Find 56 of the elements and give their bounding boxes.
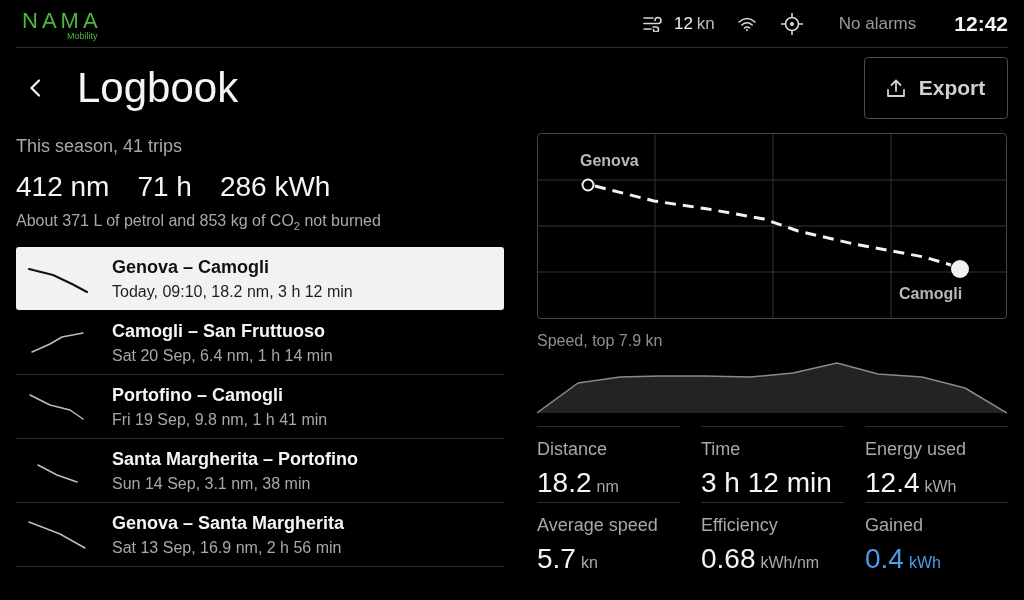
- wifi-icon: [737, 16, 756, 31]
- metric-unit: nm: [596, 478, 619, 496]
- route-line-icon: [28, 519, 88, 550]
- trip-row[interactable]: Santa Margherita – Portofino Sun 14 Sep, 3.1 nm, 38 min: [16, 439, 504, 503]
- trip-details: Sat 20 Sep, 6.4 nm, 1 h 14 min: [112, 345, 333, 366]
- metric-label: Efficiency: [701, 514, 778, 536]
- wind-speed-value: 12: [673, 13, 693, 34]
- page-title: Logbook: [77, 63, 239, 113]
- map-place-label: Genova: [580, 151, 639, 171]
- season-total: 71 h: [137, 171, 192, 203]
- trip-row[interactable]: Camogli – San Fruttuoso Sat 20 Sep, 6.4 nm, 1 h 14 min: [16, 311, 504, 375]
- wind-speed-unit: kn: [696, 13, 715, 34]
- trip-route: Genova – Camogli: [112, 255, 270, 278]
- metric-label: Gained: [865, 514, 924, 536]
- metric-unit: kWh/nm: [760, 554, 820, 572]
- metric-label: Average speed: [537, 514, 658, 536]
- season-caption: This season, 41 trips: [16, 135, 183, 157]
- clock: 12:42: [954, 11, 1008, 36]
- trip-row[interactable]: Genova – Santa Margherita Sat 13 Sep, 16.9 nm, 2 h 56 min: [16, 503, 504, 567]
- season-total: 412 nm: [16, 171, 110, 203]
- metric-value: 0.68: [701, 543, 756, 575]
- metric-unit: kn: [580, 554, 598, 572]
- metric-unit: kWh: [924, 478, 957, 496]
- metric-label: Time: [701, 438, 741, 460]
- end-point-icon: [951, 260, 969, 278]
- map-place-label: Camogli: [899, 284, 963, 304]
- trip-details: Sun 14 Sep, 3.1 nm, 38 min: [112, 473, 311, 494]
- wind-icon: [642, 15, 663, 32]
- trip-route: Santa Margherita – Portofino: [112, 447, 359, 470]
- trip-route: Portofino – Camogli: [112, 383, 283, 406]
- metric-label: Energy used: [865, 438, 967, 460]
- trip-route: Genova – Santa Margherita: [112, 511, 345, 534]
- metric-label: Distance: [537, 438, 608, 460]
- alarm-status: No alarms: [838, 13, 917, 34]
- trip-row[interactable]: Portofino – Camogli Fri 19 Sep, 9.8 nm, 1 h 41 min: [16, 375, 504, 439]
- metric-value: 0.4: [865, 543, 904, 575]
- export-button[interactable]: Export: [864, 57, 1008, 119]
- trip-row[interactable]: Genova – Camogli Today, 09:10, 18.2 nm, 3 h 12 min: [16, 247, 504, 310]
- speed-caption: Speed, top 7.9 kn: [537, 331, 663, 351]
- metric-unit: kWh: [908, 554, 941, 572]
- metric-value: 18.2: [537, 467, 592, 499]
- season-total: 286 kWh: [219, 171, 331, 203]
- upload-icon: [886, 79, 905, 97]
- metric-value: 3 h 12 min: [701, 467, 832, 499]
- start-point-icon: [581, 178, 595, 192]
- metric-value: 5.7: [537, 543, 576, 575]
- trip-details: Fri 19 Sep, 9.8 nm, 1 h 41 min: [112, 409, 328, 430]
- savings-note: About 371 L of petrol and 853 kg of CO$_{2}$ not burned: [16, 211, 381, 231]
- trip-details: Today, 09:10, 18.2 nm, 3 h 12 min: [112, 281, 353, 302]
- chevron-left-icon: [29, 79, 41, 97]
- trip-details: Sat 13 Sep, 16.9 nm, 2 h 56 min: [112, 537, 342, 558]
- metric-value: 12.4: [865, 467, 920, 499]
- logo-tagline: Mobility: [67, 30, 98, 41]
- logo-wordmark: NAMA: [22, 10, 102, 31]
- crosshair-icon: [780, 12, 803, 35]
- trip-route: Camogli – San Fruttuoso: [112, 319, 325, 342]
